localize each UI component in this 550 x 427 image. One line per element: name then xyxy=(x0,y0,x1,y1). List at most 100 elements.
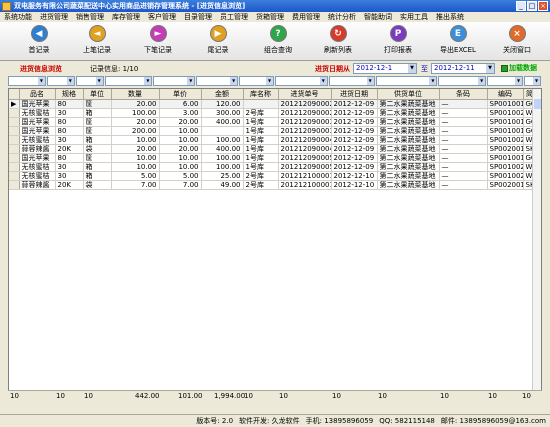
menu-customer[interactable]: 客户管理 xyxy=(144,12,180,22)
col-code[interactable]: 编码 xyxy=(487,89,524,100)
col-spec[interactable]: 规格 xyxy=(55,89,84,100)
table-row[interactable]: 蒜蓉辣酱 20K 袋 7.00 7.00 49.00 2号库 201212100… xyxy=(9,180,541,190)
filter-combo-supplier[interactable]: ▼ xyxy=(375,76,438,86)
col-qty[interactable]: 数量 xyxy=(111,89,160,100)
cell: — xyxy=(439,99,488,109)
cell: 2012-12-09 xyxy=(331,162,378,172)
cell: 第二水果蔬菜基地 xyxy=(377,180,440,190)
filter-combo-name[interactable]: ▼ xyxy=(8,76,46,86)
menu-crate[interactable]: 货箱管理 xyxy=(252,12,288,22)
total-count-name: 10 xyxy=(10,392,19,400)
cell: 20.00 xyxy=(111,144,160,154)
cell: 筐 xyxy=(83,153,112,163)
menu-expense[interactable]: 费用管理 xyxy=(288,12,324,22)
cell: 无核蜜桔 xyxy=(19,135,56,145)
col-store[interactable]: 库名称 xyxy=(243,89,279,100)
prev-record-button[interactable]: ◄ 上笔记录 xyxy=(72,25,122,59)
col-date[interactable]: 进货日期 xyxy=(331,89,378,100)
minimize-button[interactable]: _ xyxy=(516,1,526,11)
filter-combo-qty[interactable]: ▼ xyxy=(104,76,153,86)
chevron-down-icon[interactable]: ▼ xyxy=(486,64,494,73)
menu-sales[interactable]: 销售管理 xyxy=(72,12,108,22)
cell: 国光苹果 xyxy=(19,153,56,163)
cell: 201212090003 xyxy=(278,117,332,127)
filter-combo-unit[interactable]: ▼ xyxy=(75,76,104,86)
refresh-list-button[interactable]: ↻ 刷新列表 xyxy=(313,25,363,59)
menu-tools[interactable]: 实用工具 xyxy=(396,12,432,22)
combined-query-button[interactable]: ? 组合查询 xyxy=(253,25,303,59)
table-row[interactable]: 蒜蓉辣酱 20K 袋 20.00 20.00 400.00 1号库 201212… xyxy=(9,144,541,154)
next-record-label: 下笔记录 xyxy=(144,46,172,54)
cell: 无核蜜桔 xyxy=(19,162,56,172)
table-row[interactable]: 无核蜜桔 30 箱 100.00 3.00 300.00 2号库 2012120… xyxy=(9,108,541,118)
date-from-input[interactable]: 2012-12-1 ▼ xyxy=(353,63,417,74)
filter-combo-short[interactable]: ▼ xyxy=(524,76,542,86)
load-data-button[interactable]: 加载数据 xyxy=(501,63,537,73)
menu-inventory[interactable]: 库存管理 xyxy=(108,12,144,22)
filter-combo-amount[interactable]: ▼ xyxy=(196,76,239,86)
filter-combo-spec[interactable]: ▼ xyxy=(46,76,75,86)
chevron-down-icon[interactable]: ▼ xyxy=(408,64,416,73)
purchase-grid[interactable]: 品名 规格 单位 数量 单价 金额 库名称 进货单号 进货日期 供货单位 条码 … xyxy=(8,88,542,398)
table-row[interactable]: 无核蜜桔 30 箱 10.00 10.00 100.00 1号库 2012120… xyxy=(9,162,541,172)
cell: 2012-12-09 xyxy=(331,126,378,136)
cell: SP001001 xyxy=(487,153,524,163)
date-to-input[interactable]: 2012-12-11 ▼ xyxy=(431,63,495,74)
export-excel-button[interactable]: E 导出EXCEL xyxy=(433,25,483,59)
cell: 25.00 xyxy=(201,171,244,181)
cell: 20.00 xyxy=(111,117,160,127)
print-report-button[interactable]: P 打印报表 xyxy=(373,25,423,59)
table-row[interactable]: 国光苹果 80 筐 10.00 10.00 100.00 1号库 2012120… xyxy=(9,153,541,163)
filter-combo-date[interactable]: ▼ xyxy=(328,76,375,86)
column-filter-row: ▼ ▼ ▼ ▼ ▼ ▼ ▼ ▼ ▼ ▼ ▼ ▼ ▼ xyxy=(8,76,542,86)
col-barcode[interactable]: 条码 xyxy=(439,89,488,100)
last-record-button[interactable]: ▶ 尾记录 xyxy=(193,25,243,59)
scrollbar-thumb[interactable] xyxy=(534,99,541,109)
filter-combo-code[interactable]: ▼ xyxy=(487,76,524,86)
menu-catalog[interactable]: 目录管理 xyxy=(180,12,216,22)
close-window-label: 关闭窗口 xyxy=(503,46,531,54)
first-record-button[interactable]: ◀ 首记录 xyxy=(14,25,64,59)
cell: 120.00 xyxy=(201,99,244,109)
filter-combo-order[interactable]: ▼ xyxy=(275,76,328,86)
maximize-button[interactable]: □ xyxy=(527,1,537,11)
menu-statistics[interactable]: 统计分析 xyxy=(324,12,360,22)
cell: 第二水果蔬菜基地 xyxy=(377,126,440,136)
close-button[interactable]: × xyxy=(538,1,548,11)
cell: 2012-12-09 xyxy=(331,153,378,163)
menu-exit[interactable]: 推出系统 xyxy=(432,12,468,22)
menu-purchase[interactable]: 进货管理 xyxy=(36,12,72,22)
col-price[interactable]: 单价 xyxy=(159,89,202,100)
cell: — xyxy=(439,117,488,127)
filter-combo-store[interactable]: ▼ xyxy=(239,76,275,86)
col-unit[interactable]: 单位 xyxy=(83,89,112,100)
filter-combo-barcode[interactable]: ▼ xyxy=(438,76,487,86)
date-to-value: 2012-12-11 xyxy=(434,64,475,72)
table-row[interactable]: 国光苹果 80 筐 20.00 20.00 400.00 1号库 2012120… xyxy=(9,117,541,127)
cell: — xyxy=(439,180,488,190)
table-row[interactable]: 国光苹果 80 筐 200.00 10.00 1号库 201212090003 … xyxy=(9,126,541,136)
next-record-button[interactable]: ► 下笔记录 xyxy=(133,25,183,59)
close-window-button[interactable]: × 关闭窗口 xyxy=(492,25,542,59)
cell: 第二水果蔬菜基地 xyxy=(377,135,440,145)
vertical-scrollbar[interactable] xyxy=(532,89,541,397)
prev-record-icon: ◄ xyxy=(88,25,106,42)
col-amount[interactable]: 金额 xyxy=(201,89,244,100)
menu-bar: 系统功能 进货管理 销售管理 库存管理 客户管理 目录管理 员工管理 货箱管理 … xyxy=(0,12,550,23)
filter-combo-price[interactable]: ▼ xyxy=(153,76,196,86)
col-order-no[interactable]: 进货单号 xyxy=(278,89,332,100)
row-indicator xyxy=(9,117,20,127)
menu-staff[interactable]: 员工管理 xyxy=(216,12,252,22)
cell: 10.00 xyxy=(159,135,202,145)
row-indicator xyxy=(9,144,20,154)
menu-helper[interactable]: 智能助词 xyxy=(360,12,396,22)
menu-system[interactable]: 系统功能 xyxy=(0,12,36,22)
cell: 箱 xyxy=(83,162,112,172)
table-row[interactable]: ▶ 国光苹果 80 筐 20.00 6.00 120.00 2012120900… xyxy=(9,99,541,109)
col-name[interactable]: 品名 xyxy=(19,89,56,100)
table-row[interactable]: 无核蜜桔 30 箱 10.00 10.00 100.00 1号库 2012120… xyxy=(9,135,541,145)
table-row[interactable]: 无核蜜桔 30 箱 5.00 5.00 25.00 2号库 2012121000… xyxy=(9,171,541,181)
cell: SP001001 xyxy=(487,99,524,109)
col-supplier[interactable]: 供货单位 xyxy=(377,89,440,100)
cell: 1号库 xyxy=(243,135,279,145)
